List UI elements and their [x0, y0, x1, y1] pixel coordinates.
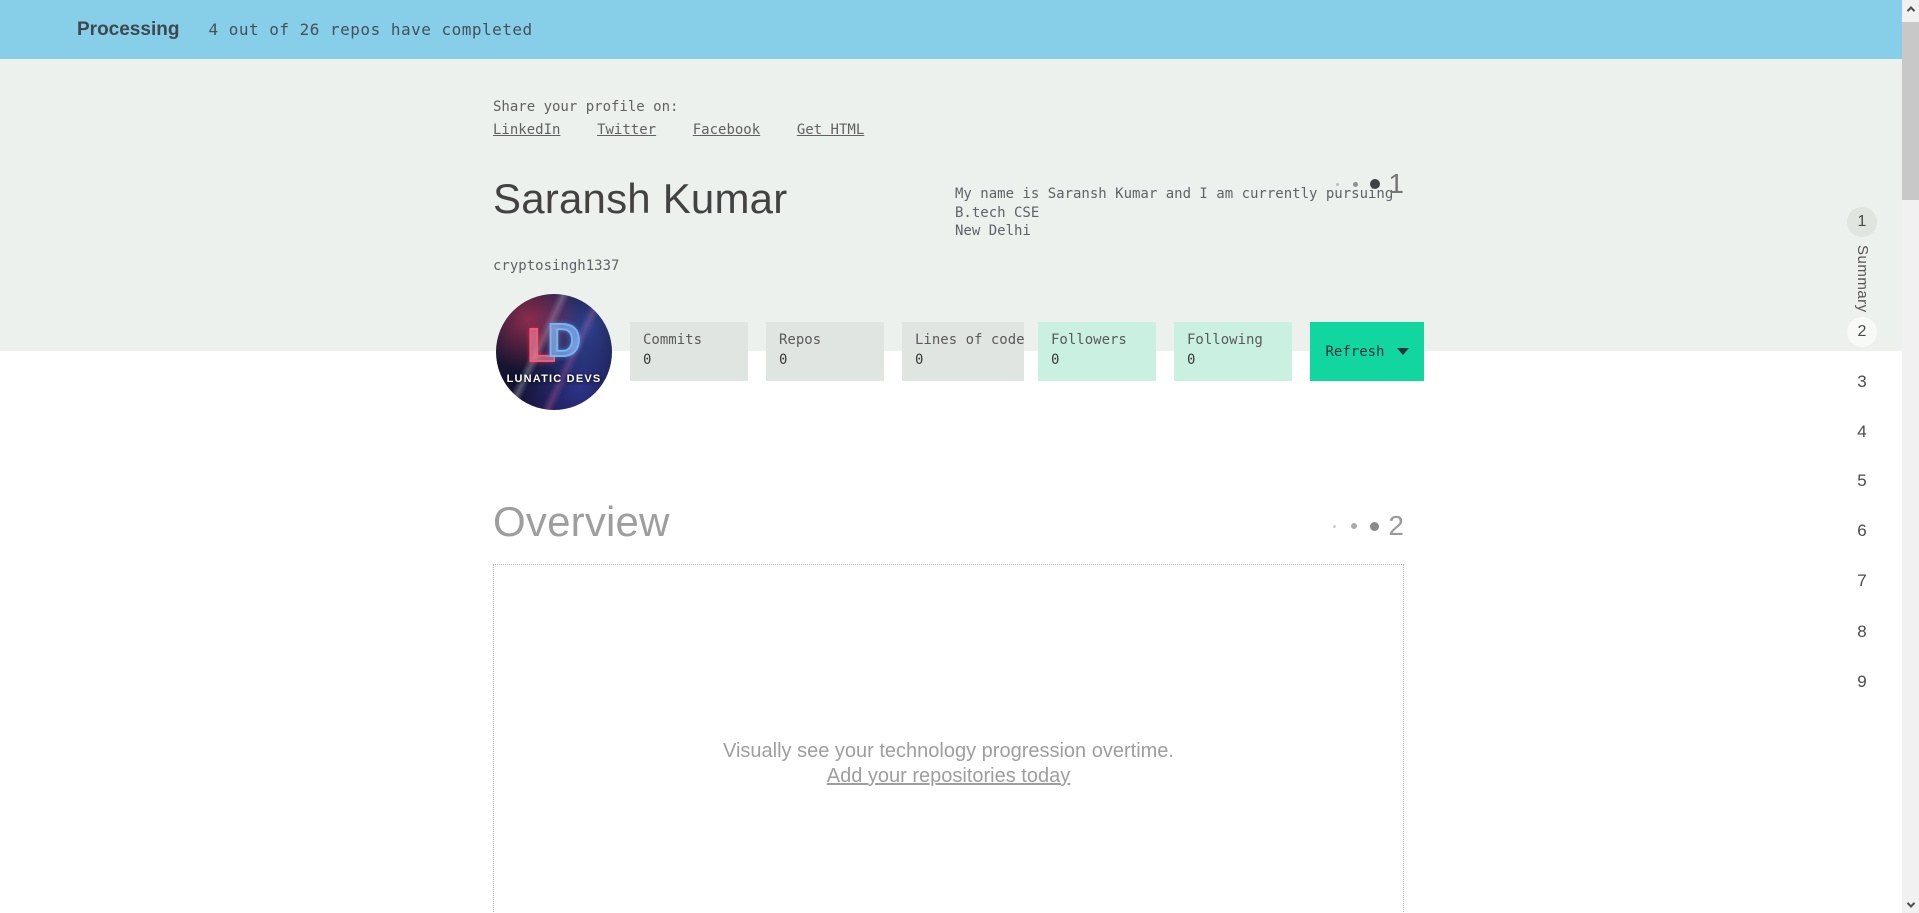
loading-dot	[1351, 523, 1358, 529]
section-number: 1	[1388, 168, 1404, 199]
stat-followers: Followers 0	[1038, 322, 1156, 381]
stat-following: Following 0	[1174, 322, 1292, 381]
avatar-caption: LUNATIC DEVS	[506, 373, 602, 385]
nav-section-4[interactable]: 4	[1842, 422, 1882, 442]
share-link-facebook[interactable]: Facebook	[693, 122, 760, 138]
nav-section-2[interactable]: 2	[1847, 317, 1877, 347]
nav-section-5[interactable]: 5	[1842, 471, 1882, 491]
share-links: LinkedIn Twitter Facebook Get HTML	[493, 119, 891, 138]
share-link-twitter[interactable]: Twitter	[597, 122, 656, 138]
nav-section-6[interactable]: 6	[1842, 521, 1882, 541]
page: Processing 4 out of 26 repos have comple…	[0, 0, 1919, 913]
nav-section-7[interactable]: 7	[1842, 571, 1882, 591]
loading-dot	[1353, 181, 1359, 187]
loading-dot	[1333, 524, 1337, 528]
status-progress-text: 4 out of 26 repos have completed	[208, 20, 533, 39]
loading-dot	[1336, 182, 1340, 186]
profile-bio: My name is Saransh Kumar and I am curren…	[955, 185, 1393, 241]
stat-lines-of-code: Lines of code 0	[902, 322, 1025, 381]
caret-down-icon	[1396, 348, 1409, 355]
section-nav: 1 Summary 2 3 4 5 6 7 8 9	[1842, 0, 1882, 913]
nav-section-8[interactable]: 8	[1842, 622, 1882, 642]
nav-section-3[interactable]: 3	[1842, 372, 1882, 392]
section-number: 2	[1388, 510, 1404, 541]
profile-section	[0, 59, 1902, 351]
avatar: LD LUNATIC DEVS	[496, 294, 612, 410]
scrollbar-thumb[interactable]	[1902, 22, 1919, 200]
nav-section-9[interactable]: 9	[1842, 672, 1882, 692]
profile-username: cryptosingh1337	[493, 258, 620, 274]
bio-line: New Delhi	[955, 223, 1031, 239]
empty-state-text: Visually see your technology progression…	[723, 740, 1174, 762]
scrollbar[interactable]	[1902, 0, 1919, 913]
share-link-linkedin[interactable]: LinkedIn	[493, 122, 560, 138]
scrollbar-up-button[interactable]	[1902, 0, 1919, 17]
avatar-logo: LD	[526, 314, 581, 371]
nav-active-label: Summary	[1854, 245, 1871, 313]
stat-commits: Commits 0	[630, 322, 748, 381]
loading-dot	[1370, 179, 1381, 189]
section-indicator-summary: 1	[1336, 170, 1404, 198]
stat-repos: Repos 0	[766, 322, 884, 381]
status-bar: Processing 4 out of 26 repos have comple…	[0, 0, 1902, 59]
stats-row: Commits 0 Repos 0 Lines of code 0 Follow…	[630, 322, 1424, 381]
refresh-button[interactable]: Refresh	[1310, 322, 1424, 381]
chevron-down-icon	[1906, 898, 1915, 908]
scrollbar-down-button[interactable]	[1902, 896, 1919, 913]
share-block: Share your profile on: LinkedIn Twitter …	[493, 98, 891, 138]
add-repositories-link[interactable]: Add your repositories today	[827, 764, 1070, 789]
status-title: Processing	[77, 18, 180, 40]
overview-empty-state: Visually see your technology progression…	[493, 564, 1404, 913]
section-indicator-overview: 2	[1333, 512, 1404, 540]
bio-line: My name is Saransh Kumar and I am curren…	[955, 186, 1394, 202]
chevron-up-icon	[1906, 5, 1915, 15]
share-link-get-html[interactable]: Get HTML	[797, 122, 864, 138]
bio-line: B.tech CSE	[955, 204, 1040, 221]
overview-title: Overview	[493, 498, 670, 545]
profile-name: Saransh Kumar	[493, 175, 788, 222]
share-label: Share your profile on:	[493, 99, 679, 115]
nav-section-1[interactable]: 1	[1847, 207, 1877, 237]
loading-dot	[1370, 521, 1380, 531]
